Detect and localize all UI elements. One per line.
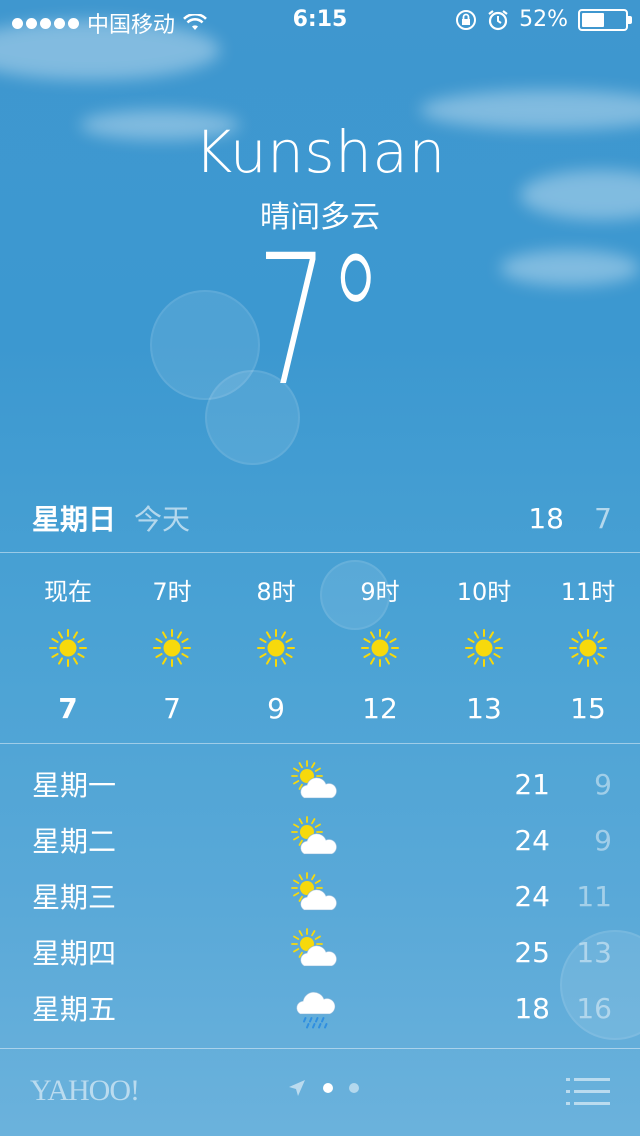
day-low: 11	[576, 879, 612, 913]
location-arrow-icon	[289, 1080, 305, 1096]
today-summary: 星期日 今天 18 7	[32, 496, 612, 540]
hour-label: 9时	[360, 578, 400, 606]
page-control[interactable]	[287, 1078, 359, 1098]
status-bar: 中国移动 6:15 52%	[0, 0, 640, 40]
city-name: Kunshan	[194, 118, 446, 186]
partly-cloudy-icon	[291, 928, 338, 967]
rain-cloud-icon	[296, 991, 336, 1029]
today-day: 星期日	[32, 503, 117, 536]
partly-cloudy-icon	[291, 760, 338, 799]
hourly-forecast[interactable]: 现在 7 7时 7 8时 9 9时 12 10时 13 11时 15	[16, 552, 640, 742]
hourly-item: 现在 7	[16, 552, 120, 742]
battery-percent: 52%	[519, 7, 568, 32]
today-high: 18	[528, 501, 564, 535]
daily-row: 星期三 24 11	[32, 868, 612, 924]
day-low: 9	[594, 823, 612, 857]
yahoo-logo[interactable]: YAHOO!	[30, 1074, 140, 1108]
sun-icon	[569, 629, 607, 667]
hour-label: 现在	[44, 578, 92, 606]
day-low: 9	[594, 767, 612, 801]
day-high: 21	[514, 767, 550, 801]
hour-label: 8时	[256, 578, 296, 606]
hour-label: 7时	[152, 578, 192, 606]
day-low: 13	[576, 935, 612, 969]
battery-icon	[578, 8, 632, 31]
daily-row: 星期五 18 16	[32, 980, 612, 1036]
today-low: 7	[594, 501, 612, 535]
partly-cloudy-icon	[291, 872, 338, 911]
hourly-item: 8时 9	[224, 552, 328, 742]
daily-row: 星期二 24 9	[32, 812, 612, 868]
day-name: 星期三	[32, 881, 117, 914]
sun-icon	[465, 629, 503, 667]
hour-temperature: 7	[163, 692, 181, 725]
alarm-icon	[488, 9, 508, 30]
day-high: 18	[514, 991, 550, 1025]
current-temperature: 7°	[0, 232, 640, 412]
rotation-lock-icon	[456, 9, 477, 30]
page-dot[interactable]	[349, 1083, 359, 1093]
battery-level	[582, 12, 604, 27]
day-name: 星期一	[32, 769, 117, 802]
sun-icon	[153, 629, 191, 667]
page-dots	[323, 1083, 359, 1093]
day-low: 16	[576, 991, 612, 1025]
divider-middle	[0, 743, 640, 744]
daily-row: 星期一 21 9	[32, 756, 612, 812]
day-name: 星期二	[32, 825, 117, 858]
hour-temperature: 13	[466, 692, 502, 725]
day-name: 星期四	[32, 937, 117, 970]
day-high: 25	[514, 935, 550, 969]
hour-temperature: 15	[570, 692, 606, 725]
footer-toolbar: YAHOO!	[0, 1050, 640, 1136]
city-list-button[interactable]	[566, 1076, 610, 1108]
page-dot[interactable]	[323, 1083, 333, 1093]
hour-label: 10时	[456, 578, 512, 606]
hour-temperature: 7	[58, 692, 78, 725]
sun-icon	[361, 629, 399, 667]
divider-bottom	[0, 1048, 640, 1049]
partly-cloudy-icon	[291, 816, 338, 855]
hour-label: 11时	[560, 578, 616, 606]
sun-icon	[257, 629, 295, 667]
day-high: 24	[514, 879, 550, 913]
today-label: 今天	[134, 503, 191, 536]
daily-forecast: 星期一 21 9 星期二 24 9 星期三 24 11 星期四 25 13 星期五 18 16	[32, 756, 612, 1036]
hourly-item: 9时 12	[328, 552, 432, 742]
day-high: 24	[514, 823, 550, 857]
hourly-item: 11时 15	[536, 552, 640, 742]
daily-row: 星期四 25 13	[32, 924, 612, 980]
hourly-item: 7时 7	[120, 552, 224, 742]
hour-temperature: 12	[362, 692, 398, 725]
day-name: 星期五	[32, 993, 117, 1026]
hourly-item: 10时 13	[432, 552, 536, 742]
hour-temperature: 9	[267, 692, 285, 725]
sun-icon	[49, 629, 87, 667]
current-temperature-value: 7°	[256, 217, 384, 426]
